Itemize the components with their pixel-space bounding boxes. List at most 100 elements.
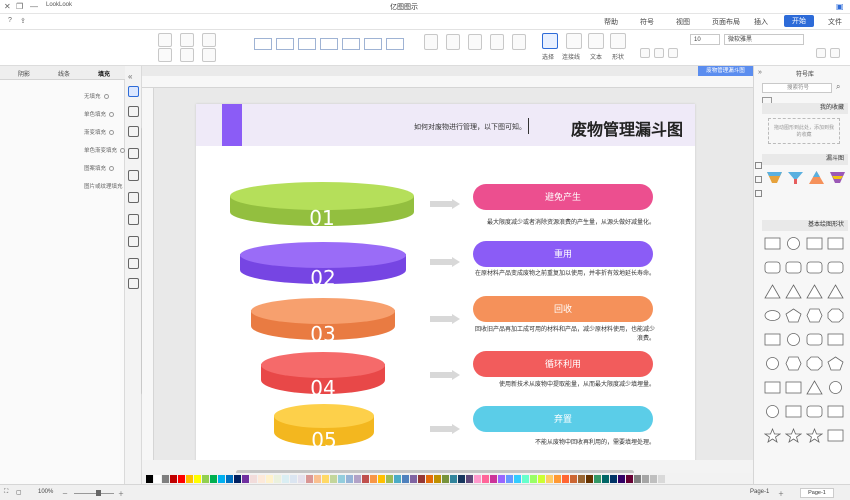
color-swatch[interactable] — [202, 474, 209, 483]
color-swatch[interactable] — [146, 474, 153, 483]
color-swatch[interactable] — [210, 474, 217, 483]
color-swatch[interactable] — [330, 474, 337, 483]
color-swatch[interactable] — [154, 474, 161, 483]
color-swatch[interactable] — [506, 474, 513, 483]
zoom-in-icon[interactable]: ＋ — [118, 489, 124, 498]
side-tool-icon[interactable] — [755, 162, 762, 169]
basic-shape-thumb[interactable] — [785, 332, 802, 347]
color-swatch[interactable] — [402, 474, 409, 483]
stage-desc-4[interactable]: 使用新技术从废物中提取能量，从而最大限度减少填埋量。 — [471, 381, 655, 390]
basic-shape-thumb[interactable] — [764, 332, 781, 347]
color-swatch[interactable] — [194, 474, 201, 483]
fill-option-solid[interactable]: 单色填充 — [84, 110, 115, 118]
list-panel-icon[interactable] — [128, 258, 139, 269]
section-basic-shapes[interactable]: 基本绘图形状 — [762, 220, 848, 231]
symbol-search-input[interactable]: 搜索符号 — [762, 83, 832, 93]
color-swatch[interactable] — [346, 474, 353, 483]
layers-panel-icon[interactable] — [128, 148, 139, 159]
basic-shape-thumb[interactable] — [806, 380, 823, 395]
zoom-icon[interactable] — [158, 48, 172, 62]
basic-shape-thumb[interactable] — [805, 427, 824, 443]
funnel-layer-3[interactable]: 03 — [251, 298, 395, 354]
position-icon[interactable] — [512, 34, 526, 50]
basic-shape-thumb[interactable] — [806, 404, 823, 419]
diagram-title[interactable]: 废物管理漏斗图 — [571, 116, 683, 140]
page-selector[interactable]: Page-1 — [750, 489, 769, 495]
color-swatch[interactable] — [218, 474, 225, 483]
color-swatch[interactable] — [570, 474, 577, 483]
collapse-panel-icon[interactable]: « — [128, 72, 132, 81]
font-size-select[interactable]: 10 — [690, 34, 720, 45]
funnel-layer-5[interactable]: 05 — [274, 404, 374, 460]
color-swatch[interactable] — [586, 474, 593, 483]
color-swatch[interactable] — [554, 474, 561, 483]
color-swatch[interactable] — [170, 474, 177, 483]
basic-shape-thumb[interactable] — [827, 308, 844, 323]
stage-desc-5[interactable]: 不能从废物中回收再利用的，需要填埋处理。 — [471, 439, 655, 448]
distribute-icon[interactable] — [490, 34, 504, 50]
tab-fill[interactable]: 填充 — [98, 69, 110, 78]
stage-desc-3[interactable]: 回收旧产品再加工成可用的材料和产品，减少原材料使用，也能减少浪费。 — [471, 326, 655, 344]
connector-tool-icon[interactable] — [566, 33, 582, 49]
help-icon[interactable]: ? — [8, 17, 12, 24]
bold-icon[interactable] — [640, 48, 650, 58]
color-swatch[interactable] — [274, 474, 281, 483]
fit-page-icon[interactable]: ▢ — [16, 489, 22, 496]
basic-shape-thumb[interactable] — [827, 284, 844, 299]
color-swatch[interactable] — [442, 474, 449, 483]
color-swatch[interactable] — [562, 474, 569, 483]
color-swatch[interactable] — [338, 474, 345, 483]
funnel-shape-thumb-1[interactable] — [766, 170, 783, 185]
color-swatch[interactable] — [258, 474, 265, 483]
italic-icon[interactable] — [654, 48, 664, 58]
basic-shape-thumb[interactable] — [784, 427, 803, 443]
brand-label[interactable]: LookLook — [46, 2, 72, 8]
tab-symbols[interactable]: 符号 — [640, 17, 654, 27]
zoom-slider[interactable] — [74, 493, 114, 494]
table-panel-icon[interactable] — [128, 214, 139, 225]
color-swatch[interactable] — [362, 474, 369, 483]
stage-label-5[interactable]: 弃置 — [473, 406, 653, 432]
tab-line[interactable]: 线条 — [58, 69, 70, 78]
basic-shape-thumb[interactable] — [764, 356, 781, 371]
color-swatch[interactable] — [642, 474, 649, 483]
basic-shape-thumb[interactable] — [827, 332, 844, 347]
color-swatch[interactable] — [434, 474, 441, 483]
shape-tool-icon[interactable] — [610, 33, 626, 49]
flip-icon[interactable] — [180, 48, 194, 62]
color-swatch[interactable] — [226, 474, 233, 483]
fill-option-picture[interactable]: 图片或纹理填充 — [84, 182, 131, 190]
page-tab[interactable]: Page-1 — [800, 488, 834, 498]
stage-label-3[interactable]: 回收 — [473, 296, 653, 322]
color-swatch[interactable] — [514, 474, 521, 483]
color-swatch[interactable] — [378, 474, 385, 483]
minimize-window-icon[interactable]: — — [30, 2, 38, 11]
arrange-icon[interactable] — [424, 34, 438, 50]
close-window-icon[interactable]: ✕ — [4, 2, 11, 11]
basic-shape-thumb[interactable] — [785, 404, 802, 419]
color-swatch[interactable] — [186, 474, 193, 483]
color-swatch[interactable] — [282, 474, 289, 483]
select-tool-icon[interactable] — [542, 33, 558, 49]
page-panel-icon[interactable] — [128, 170, 139, 181]
color-swatch[interactable] — [458, 474, 465, 483]
fill-panel-icon[interactable] — [128, 86, 139, 97]
funnel-shape-thumb-3[interactable] — [808, 170, 825, 185]
style-swatch-4[interactable] — [320, 38, 338, 50]
restore-window-icon[interactable]: ❐ — [16, 2, 23, 11]
color-swatch[interactable] — [162, 474, 169, 483]
tab-shadow[interactable]: 阴影 — [18, 69, 30, 78]
fill-option-gradient[interactable]: 渐变填充 — [84, 128, 115, 136]
color-swatch[interactable] — [298, 474, 305, 483]
side-tool-icon[interactable] — [755, 190, 762, 197]
basic-shape-thumb[interactable] — [764, 236, 781, 251]
line-color-icon[interactable] — [202, 48, 216, 62]
font-name-select[interactable]: 微软雅黑 — [724, 34, 804, 45]
rotate-icon[interactable] — [180, 33, 194, 47]
basic-shape-thumb[interactable] — [785, 260, 802, 275]
color-swatch[interactable] — [178, 474, 185, 483]
color-swatch[interactable] — [410, 474, 417, 483]
style-swatch-3[interactable] — [298, 38, 316, 50]
color-swatch[interactable] — [290, 474, 297, 483]
drawing-canvas[interactable]: 废物管理漏斗图 如何对废物进行管理，以下图可知。 01 02 03 04 05 — [154, 88, 753, 460]
